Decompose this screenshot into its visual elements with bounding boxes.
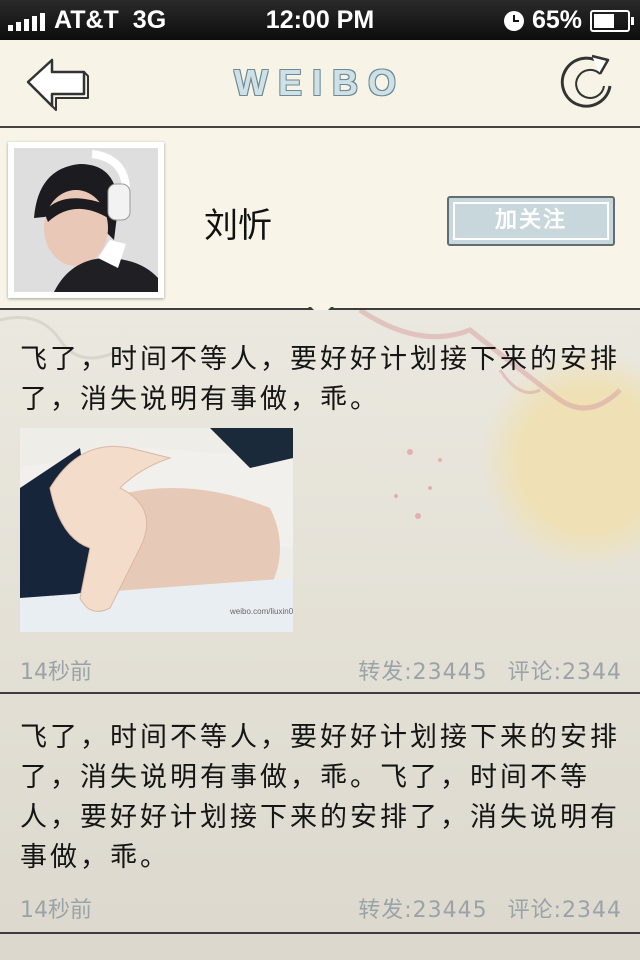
post-text: 飞了，时间不等人，要好好计划接下来的安排了，消失说明有事做，乖。飞了，时间不等人… xyxy=(20,722,620,873)
status-bar: AT&T 3G 12:00 PM 65% xyxy=(0,0,640,40)
follow-button[interactable]: 加关注 xyxy=(447,196,615,246)
battery-icon xyxy=(590,9,634,32)
post-stats: 转发:23445 评论:2344 xyxy=(358,892,622,924)
post-time: 14秒前 xyxy=(20,898,92,923)
alarm-clock-icon xyxy=(503,10,524,31)
post-card[interactable]: 飞了，时间不等人，要好好计划接下来的安排了，消失说明有事做，乖。 weibo.c… xyxy=(0,310,640,694)
post-image[interactable]: weibo.com/liuxin0608 xyxy=(20,428,293,632)
refresh-button[interactable] xyxy=(558,50,618,114)
post-card[interactable]: 飞了，时间不等人，要好好计划接下来的安排了，消失说明有事做，乖。飞了，时间不等人… xyxy=(0,694,640,934)
battery-percent: 65% xyxy=(531,6,582,34)
post-photo: weibo.com/liuxin0608 xyxy=(20,428,293,632)
repost-count[interactable]: 转发:23445 xyxy=(358,898,487,923)
repost-count[interactable]: 转发:23445 xyxy=(358,660,487,685)
comment-count[interactable]: 评论:2344 xyxy=(508,660,622,685)
refresh-icon xyxy=(560,54,612,108)
post-stats: 转发:23445 评论:2344 xyxy=(358,654,622,686)
image-watermark: weibo.com/liuxin0608 xyxy=(229,607,293,616)
nav-title: WEIBO xyxy=(234,62,406,103)
avatar-photo xyxy=(14,148,158,292)
comment-count[interactable]: 评论:2344 xyxy=(508,898,622,923)
nav-bar: WEIBO xyxy=(0,40,640,128)
profile-name: 刘忻 xyxy=(204,206,272,246)
post-time: 14秒前 xyxy=(20,660,92,685)
avatar-frame xyxy=(8,142,164,298)
post-text: 飞了，时间不等人，要好好计划接下来的安排了，消失说明有事做，乖。 xyxy=(20,344,620,415)
avatar[interactable] xyxy=(14,148,158,292)
status-right: 65% xyxy=(503,6,634,35)
